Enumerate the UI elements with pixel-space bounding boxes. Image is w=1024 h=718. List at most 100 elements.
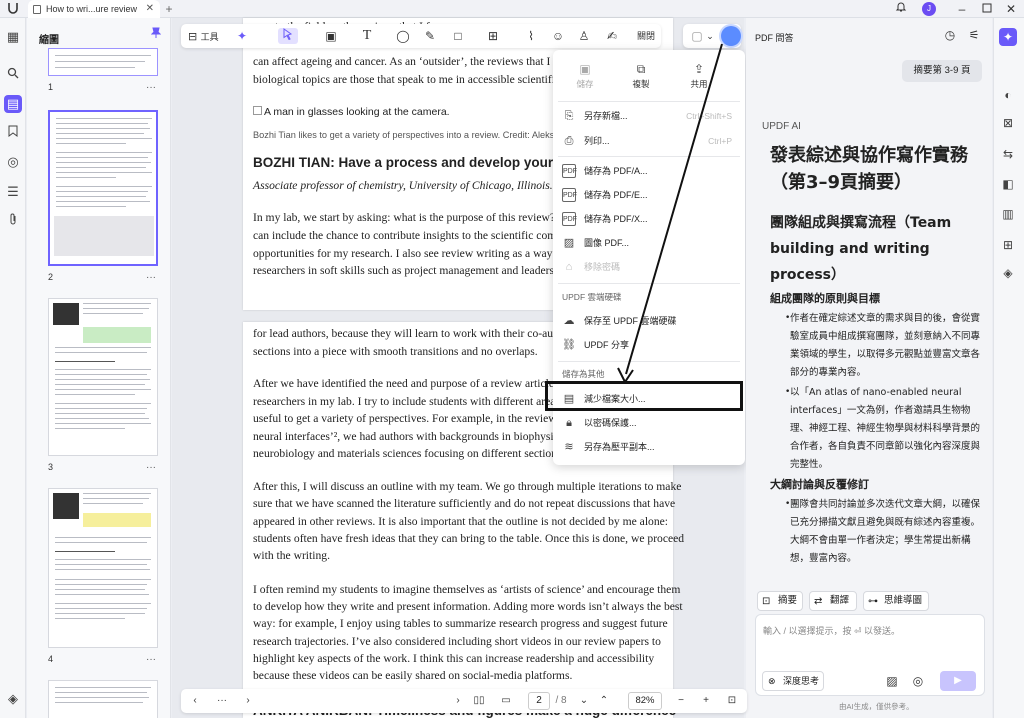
page-more-icon[interactable]: ··· bbox=[146, 462, 156, 473]
chevron-right-icon[interactable]: › bbox=[241, 692, 255, 710]
panel-title: PDF 問答 bbox=[755, 33, 794, 43]
save-button[interactable]: ▣ 儲存 bbox=[563, 62, 607, 96]
page-thumbnail-1[interactable] bbox=[48, 48, 158, 76]
new-tab-button[interactable]: + bbox=[161, 1, 177, 17]
pdfx-icon: PDF bbox=[562, 212, 577, 226]
doc-text-line: with the writing. bbox=[253, 549, 330, 562]
left-rail bbox=[0, 18, 26, 718]
comment-tool-icon[interactable]: ◯ bbox=[394, 28, 412, 44]
zoom-in-icon[interactable]: + bbox=[699, 692, 713, 710]
doc-text-line: After this, I will discuss an outline wi… bbox=[253, 480, 682, 493]
compare-icon[interactable]: ◧ bbox=[999, 175, 1017, 193]
close-window-icon[interactable]: ✕ bbox=[1003, 1, 1019, 17]
attachment-icon[interactable] bbox=[4, 212, 22, 230]
mind-map-button[interactable]: ⊶ 思維導圖 bbox=[863, 591, 929, 611]
sticker-tool-icon[interactable]: ☺ bbox=[549, 28, 567, 44]
measure-tool-icon[interactable]: ⊞ bbox=[484, 28, 502, 44]
stack-icon[interactable]: ☰ bbox=[4, 183, 22, 201]
fit-page-icon[interactable]: ⊡ bbox=[724, 692, 740, 710]
pin-icon[interactable] bbox=[148, 27, 164, 43]
ai-sparkle-icon[interactable]: ✦ bbox=[233, 28, 251, 44]
bookmark-icon[interactable] bbox=[4, 124, 22, 142]
stamp-tool-icon[interactable]: ♙ bbox=[575, 28, 593, 44]
password-protect-menu-item[interactable]: 🔒︎ 以密碼保護... bbox=[560, 412, 740, 434]
zoom-level[interactable]: 82% bbox=[628, 692, 662, 710]
comment-icon[interactable]: ◎ bbox=[4, 153, 22, 171]
doc-text-line: opportunities for my research. I also se… bbox=[253, 247, 571, 260]
history-icon[interactable]: ◷ bbox=[942, 27, 958, 43]
page-number-3: 3 bbox=[48, 462, 54, 472]
bell-icon[interactable] bbox=[893, 1, 909, 17]
unlock-icon: ⌂ bbox=[565, 261, 573, 273]
select-tool-icon[interactable] bbox=[278, 28, 298, 44]
chevron-down-icon[interactable]: ⌄ bbox=[578, 692, 590, 710]
settings-icon[interactable]: ⚟ bbox=[966, 27, 982, 43]
more-icon[interactable]: ··· bbox=[215, 692, 229, 710]
page-thumbnail-5[interactable] bbox=[48, 680, 158, 718]
page-thumbnail-3[interactable] bbox=[48, 298, 158, 456]
collapse-icon[interactable]: › bbox=[452, 692, 464, 710]
other-section-header: 儲存為其他 bbox=[562, 369, 605, 379]
doc-text-line: students often have fresh ideas that the… bbox=[253, 532, 685, 545]
chevron-left-icon[interactable]: ‹ bbox=[188, 692, 202, 710]
pen-tool-icon[interactable]: ✎ bbox=[421, 28, 439, 44]
document-icon bbox=[33, 5, 41, 14]
minimize-icon[interactable]: – bbox=[954, 1, 970, 17]
page-more-icon[interactable]: ··· bbox=[146, 654, 156, 665]
screenshot-icon[interactable]: ◎ bbox=[910, 673, 926, 689]
doc-text-line: highlight key aspects of the work. I thi… bbox=[253, 652, 655, 665]
shape-tool-icon[interactable]: □ bbox=[449, 28, 467, 44]
avatar[interactable]: J bbox=[922, 2, 936, 16]
ai-assistant-icon[interactable]: ✦ bbox=[999, 28, 1017, 46]
page-more-icon[interactable]: ··· bbox=[146, 82, 156, 93]
text-tool-icon[interactable]: T bbox=[358, 28, 376, 44]
lock-icon: 🔒︎ bbox=[566, 417, 572, 429]
page-thumbnail-2[interactable] bbox=[48, 110, 158, 266]
zoom-out-icon[interactable]: − bbox=[674, 692, 688, 710]
doc-text-line: because these videos can be easily share… bbox=[253, 669, 573, 682]
summarize-button[interactable]: ⊡ 摘要 bbox=[757, 591, 803, 611]
close-tab-icon[interactable]: ✕ bbox=[146, 0, 154, 18]
attachment-tool-icon[interactable]: ⌇ bbox=[522, 28, 540, 44]
page-thumbnail-4[interactable] bbox=[48, 488, 158, 648]
page-more-icon[interactable]: ··· bbox=[146, 272, 156, 283]
page-input[interactable]: 2 bbox=[528, 692, 550, 710]
send-button[interactable]: ▶ bbox=[940, 671, 976, 691]
tools-button[interactable]: ⊟ 工具 bbox=[188, 28, 228, 44]
ai-chat-icon[interactable]: ◐ bbox=[999, 86, 1017, 104]
grid-icon[interactable]: ▦ bbox=[4, 28, 22, 46]
presentation-icon[interactable]: ▭ bbox=[498, 692, 514, 710]
text-box-tool-icon[interactable]: ▣ bbox=[322, 28, 340, 44]
summary-section-heading: 組成團隊的原則與目標 bbox=[770, 292, 880, 305]
convert-icon[interactable]: ⇆ bbox=[999, 145, 1017, 163]
doc-text-line: can affect ageing and cancer. As an ‘out… bbox=[253, 55, 572, 68]
layers-icon[interactable]: ◈ bbox=[4, 690, 22, 708]
save-icon: ▣ bbox=[579, 62, 591, 76]
translate-button[interactable]: ⇄ 翻譯 bbox=[809, 591, 857, 611]
mind-map-icon: ⊶ bbox=[868, 596, 878, 607]
ai-disclaimer: 由AI生成，僅供參考。 bbox=[839, 702, 914, 711]
thumbnails-icon[interactable]: ▤ bbox=[4, 95, 22, 113]
protect-icon[interactable]: ⊞ bbox=[999, 236, 1017, 254]
organize-icon[interactable]: ▥ bbox=[999, 205, 1017, 223]
section-heading: BOZHI TIAN: Have a process and develop y… bbox=[253, 155, 577, 170]
chevron-up-icon[interactable]: ⌃ bbox=[598, 692, 610, 710]
page-navigation-bar bbox=[181, 689, 747, 713]
flatten-icon: ≋ bbox=[564, 441, 574, 453]
ai-label: UPDF AI bbox=[762, 121, 801, 132]
panel-title: 縮圖 bbox=[39, 35, 59, 46]
maximize-icon[interactable] bbox=[979, 1, 995, 17]
search-icon[interactable] bbox=[4, 66, 22, 84]
summary-section-heading: 大綱討論與反覆修訂 bbox=[770, 478, 869, 491]
broken-image: A man in glasses looking at the camera. bbox=[253, 103, 450, 121]
batch-icon[interactable]: ◈ bbox=[999, 264, 1017, 282]
book-view-icon[interactable]: ▯▯ bbox=[471, 692, 487, 710]
document-tab-title: How to wri...ure review bbox=[46, 4, 138, 14]
deep-thinking-toggle[interactable]: ⊗ 深度思考 bbox=[762, 671, 824, 691]
ocr-icon[interactable]: ⊠ bbox=[999, 114, 1017, 132]
image-upload-icon[interactable]: ▨ bbox=[884, 673, 900, 689]
app-logo-icon[interactable] bbox=[5, 1, 21, 17]
page-number-2: 2 bbox=[48, 272, 54, 282]
flatten-copy-menu-item[interactable]: ≋ 另存為壓平副本... bbox=[560, 436, 740, 458]
document-tab[interactable]: How to wri...ure review ✕ bbox=[28, 0, 160, 18]
